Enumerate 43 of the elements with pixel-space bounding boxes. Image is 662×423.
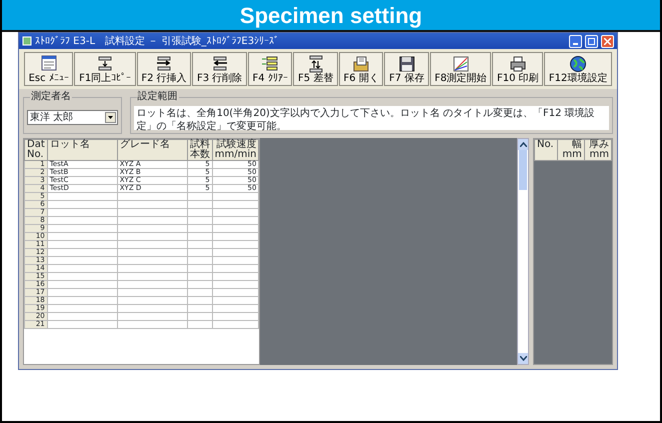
- printer-icon: [508, 55, 527, 73]
- clear-rows-icon: [261, 55, 280, 73]
- instruction-text: ロット名は、全角10(半角20)文字以内で入力して下さい。ロット名 のタイトル変更は、「F12 環境設定」の「名称設定」で変更可能。: [134, 106, 609, 130]
- toolbar-button[interactable]: F10 印刷: [492, 52, 544, 86]
- column-header: ロット名: [47, 140, 118, 160]
- chart-icon: [452, 55, 470, 73]
- group-label: 設定範囲: [136, 91, 179, 103]
- toolbar-button[interactable]: F2 行挿入: [136, 52, 192, 86]
- column-header: Dat No.: [24, 140, 48, 160]
- scroll-up-icon[interactable]: [520, 142, 526, 147]
- scroll-down-icon[interactable]: [520, 356, 526, 361]
- toolbar-button[interactable]: F7 保存: [384, 52, 429, 86]
- close-button[interactable]: [601, 34, 614, 48]
- scrollbar[interactable]: [517, 138, 529, 365]
- toolbar-button[interactable]: F8測定開始: [430, 52, 492, 86]
- toolbar-button[interactable]: Esc ﾒﾆｭｰ: [24, 52, 74, 86]
- window-title: ｽﾄﾛｸﾞﾗﾌ E3-L 試料設定 － 引張試験_ｽﾄﾛｸﾞﾗﾌE3ｼﾘｰｽﾞ: [35, 34, 280, 48]
- close-icon: [604, 38, 611, 44]
- toolbar-button[interactable]: F5 差替: [293, 52, 338, 86]
- column-header: 幅 mm: [558, 140, 584, 160]
- swap-rows-icon: [306, 55, 325, 73]
- column-header: 厚み mm: [584, 140, 612, 160]
- toolbar-button[interactable]: F3 行削除: [192, 52, 247, 86]
- column-header: No.: [534, 140, 558, 160]
- measurer-dropdown[interactable]: 東洋 太郎: [27, 110, 118, 125]
- toolbar-button[interactable]: F12環境設定: [544, 52, 612, 86]
- maximize-button[interactable]: [585, 34, 598, 48]
- toolbar-button[interactable]: F6 開く: [338, 52, 384, 86]
- banner-title: Specimen setting: [2, 0, 660, 32]
- scroll-thumb[interactable]: [519, 150, 527, 190]
- column-header: グレード名: [117, 140, 188, 160]
- column-header: 試験速度 mm/min: [212, 140, 259, 160]
- column-header: 試料 本数: [187, 140, 212, 160]
- globe-icon: [569, 55, 588, 73]
- toolbar-button[interactable]: F4 ｸﾘｱｰ: [248, 52, 292, 86]
- group-label: 測定者名: [30, 91, 72, 103]
- folder-icon: [352, 55, 370, 73]
- menu-window-icon: [40, 55, 58, 73]
- app-icon: [22, 36, 32, 46]
- toolbar-button[interactable]: F1同上ｺﾋﾟｰ: [74, 52, 136, 86]
- minimize-button[interactable]: [569, 34, 582, 48]
- delete-row-icon: [210, 55, 229, 73]
- maximize-icon: [588, 38, 595, 44]
